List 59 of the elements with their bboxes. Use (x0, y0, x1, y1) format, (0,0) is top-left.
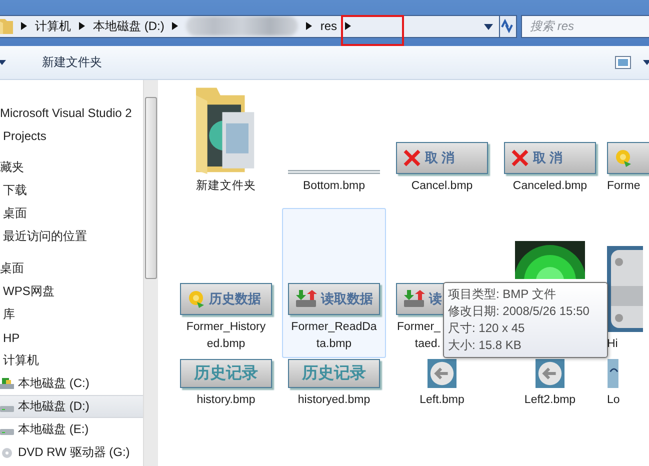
address-bar[interactable]: 计算机 本地磁盘 (D:) res (0, 14, 500, 38)
thumbnail-text: 历史数据 (209, 290, 261, 308)
sidebar-item[interactable]: 本地磁盘 (D:) (0, 395, 143, 418)
file-name: Canceled.bmp (512, 179, 588, 194)
thumbnail-text: 取 消 (533, 149, 563, 167)
new-folder-button[interactable]: 新建文件夹 (36, 54, 108, 71)
file-item[interactable]: 历史记录 history.bmp (174, 358, 278, 416)
file-name: historyed.bmp (298, 393, 370, 408)
file-name: Cancel.bmp (411, 179, 473, 194)
sidebar-item[interactable]: Projects (3, 128, 46, 142)
tooltip-line: 大小: 15.8 KB (448, 337, 522, 354)
file-name: Bottom.bmp (303, 179, 365, 194)
sidebar-item[interactable]: 下载 (3, 182, 27, 199)
file-name: Former_ReadDa ta.bmp (291, 320, 377, 352)
sidebar-group[interactable]: 藏夹 (0, 159, 24, 176)
file-item[interactable]: 取 消 Canceled.bmp (498, 83, 602, 208)
file-item[interactable]: 历史记录 historyed.bmp (282, 358, 386, 416)
thumbnail-text: 读 (429, 290, 442, 308)
file-name: Former_History ed.bmp (186, 320, 266, 352)
sidebar-item[interactable]: DVD RW 驱动器 (G:) (0, 441, 143, 464)
search-field[interactable]: 搜索 res (521, 14, 649, 38)
file-name: Lo (607, 393, 620, 408)
file-item[interactable]: Lo (606, 358, 647, 416)
breadcrumb[interactable]: res (320, 19, 337, 33)
file-item[interactable]: Forme (606, 83, 649, 208)
thumbnail-text: 读取数据 (321, 290, 373, 308)
thumbnail-text: 历史记录 (194, 364, 258, 384)
file-item[interactable]: Hi (606, 208, 647, 358)
sidebar-item[interactable]: 计算机 (3, 352, 39, 369)
file-name: 新建文件夹 (196, 178, 256, 194)
sidebar-item[interactable]: HP (3, 330, 20, 344)
file-name: Left.bmp (420, 393, 464, 408)
sidebar-item[interactable]: 本地磁盘 (E:) (0, 418, 143, 441)
tooltip-line: 尺寸: 120 x 45 (448, 320, 526, 337)
file-item[interactable]: Left2.bmp (498, 358, 602, 416)
file-item[interactable]: Left.bmp (390, 358, 494, 416)
file-name: Forme (607, 179, 640, 194)
sidebar-group[interactable]: Microsoft Visual Studio 2 (0, 106, 132, 120)
file-name: Hi (607, 337, 618, 352)
thumbnail-text: 历史记录 (302, 364, 366, 384)
sidebar-item[interactable]: 最近访问的位置 (3, 228, 87, 245)
tooltip-line: 项目类型: BMP 文件 (448, 286, 557, 303)
file-name: history.bmp (196, 393, 256, 408)
thumbnail-text: 取 消 (425, 149, 455, 167)
file-item[interactable]: 历史数据 Former_History ed.bmp (174, 208, 278, 358)
sidebar-item[interactable]: WPS网盘 (3, 283, 54, 300)
sidebar-item[interactable]: 本地磁盘 (C:) (0, 372, 143, 395)
file-name: Left2.bmp (524, 393, 576, 408)
file-item[interactable]: 新建文件夹 (174, 83, 278, 208)
breadcrumb[interactable]: 本地磁盘 (D:) (93, 18, 164, 34)
sidebar-group[interactable]: 桌面 (0, 260, 24, 277)
file-name: Former_ taed. (396, 320, 440, 352)
sidebar-item[interactable]: 库 (3, 306, 15, 323)
file-item[interactable]: 取 消 Cancel.bmp (390, 83, 494, 208)
file-item[interactable]: Bottom.bmp (282, 83, 386, 208)
sidebar-item[interactable]: 桌面 (3, 205, 27, 222)
breadcrumb[interactable]: 计算机 (35, 18, 71, 34)
file-item[interactable]: 读取数据 Former_ReadDa ta.bmp (282, 208, 386, 358)
tooltip-line: 修改日期: 2008/5/26 15:50 (448, 303, 590, 320)
